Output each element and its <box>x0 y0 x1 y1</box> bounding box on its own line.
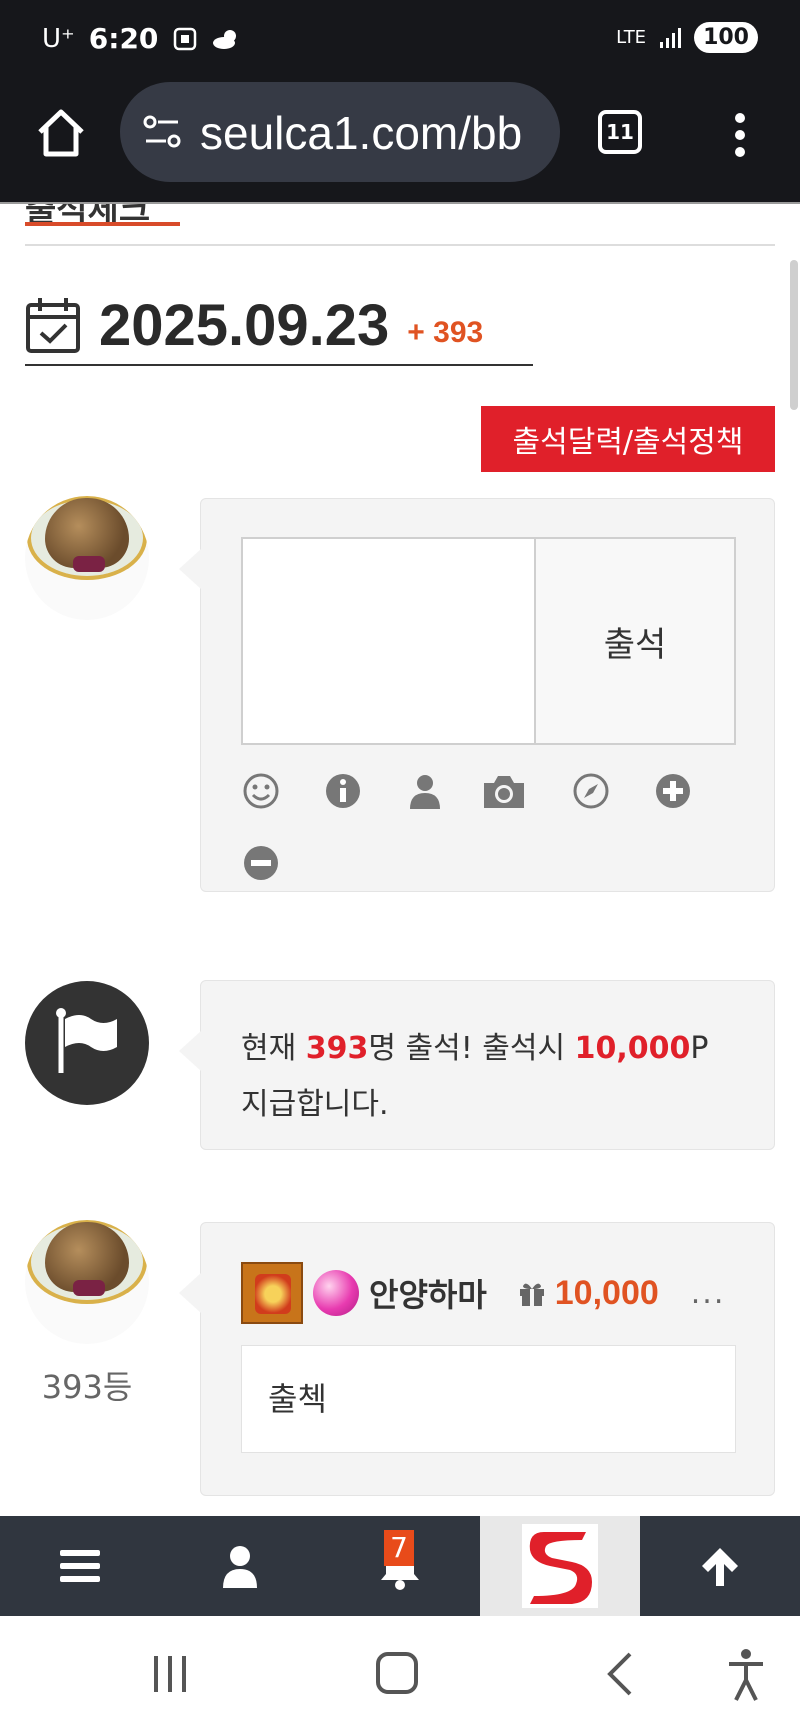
home-nav-icon[interactable] <box>374 1646 420 1702</box>
site-settings-icon[interactable] <box>142 114 182 150</box>
hamburger-icon <box>60 1550 100 1582</box>
address-bar[interactable]: seulca1.com/bb <box>120 82 560 182</box>
flag-icon <box>56 1008 117 1073</box>
notice-suffix: P <box>690 1031 709 1066</box>
nav-notification-button[interactable]: 7 <box>320 1516 480 1616</box>
member-badge-icon <box>313 1270 359 1316</box>
recent-apps-icon[interactable] <box>150 1646 190 1702</box>
date-header: 2025.09.23 + 393 <box>25 286 533 366</box>
site-logo-icon <box>522 1524 598 1608</box>
home-icon[interactable] <box>34 106 88 160</box>
nav-scroll-top-button[interactable] <box>640 1516 800 1616</box>
my-avatar <box>25 496 149 620</box>
system-nav-bar <box>0 1616 800 1734</box>
notice-count: 393 <box>305 1031 369 1066</box>
entry-rank: 393등 <box>41 1368 133 1406</box>
attendance-policy-button[interactable]: 출석달력/출석정책 <box>481 406 775 472</box>
arrow-up-icon <box>702 1548 738 1586</box>
attendance-entry: 안양하마 10,000 ... 출첵 <box>179 1222 775 1496</box>
nav-home-logo-button[interactable] <box>480 1516 640 1616</box>
notice-text: 현재 393명 출석! 출석시 10,000P 지급합니다. <box>241 1021 741 1133</box>
nav-menu-button[interactable] <box>0 1516 160 1616</box>
notice-middle: 명 출석! 출석시 <box>368 1031 575 1066</box>
attendance-date: 2025.09.23 <box>99 292 390 358</box>
attendance-comment-input[interactable] <box>241 537 536 745</box>
entry-user-name[interactable]: 안양하마 <box>369 1270 487 1316</box>
tab-attendance[interactable]: 출석체크 <box>25 204 180 226</box>
browser-menu-icon[interactable] <box>728 110 752 160</box>
attendance-form: 출석 <box>179 498 775 892</box>
back-icon[interactable] <box>604 1646 634 1702</box>
gift-icon <box>519 1283 544 1306</box>
signal-icon <box>660 27 682 48</box>
calendar-check-icon <box>26 298 80 353</box>
user-icon <box>223 1546 257 1588</box>
notice-prefix: 현재 <box>241 1031 306 1066</box>
notice-avatar <box>25 981 149 1105</box>
status-left: U⁺ 6:20 <box>42 22 242 55</box>
minus-icon[interactable] <box>241 843 281 883</box>
entry-points: 10,000 <box>554 1273 659 1312</box>
info-icon[interactable] <box>323 771 363 811</box>
browser-toolbar: seulca1.com/bb 11 <box>0 78 800 202</box>
entry-header: 안양하마 10,000 ... <box>241 1261 741 1325</box>
status-right: LTE 100 <box>616 22 758 53</box>
smile-icon[interactable] <box>241 771 281 811</box>
page-content: 출석체크 2025.09.23 + 393 출석달력/출석정책 출석 현재 39… <box>0 204 800 1516</box>
notice-line2: 지급합니다. <box>241 1087 389 1122</box>
nav-profile-button[interactable] <box>160 1516 320 1616</box>
tab-strip: 출석체크 <box>25 204 775 246</box>
plus-icon[interactable] <box>653 771 693 811</box>
notification-badge: 7 <box>384 1530 414 1566</box>
entry-more-button[interactable]: ... <box>691 1276 726 1311</box>
carrier-label: U⁺ <box>42 23 75 54</box>
attendance-count: + 393 <box>407 316 484 349</box>
weather-icon <box>213 29 237 49</box>
level-icon <box>241 1262 303 1324</box>
screenshot-icon <box>174 27 197 50</box>
site-bottom-nav: 7 <box>0 1516 800 1616</box>
attendance-submit-button[interactable]: 출석 <box>534 537 736 745</box>
entry-comment: 출첵 <box>241 1345 736 1453</box>
page-scrollbar[interactable] <box>790 260 798 410</box>
notice-points: 10,000 <box>574 1031 691 1066</box>
tab-switcher-button[interactable]: 11 <box>598 110 642 154</box>
accessibility-icon[interactable] <box>726 1646 766 1702</box>
url-text: seulca1.com/bb <box>200 107 523 159</box>
entry-avatar[interactable] <box>25 1220 149 1344</box>
camera-icon[interactable] <box>481 771 527 811</box>
compass-icon[interactable] <box>571 771 611 811</box>
network-label: LTE <box>616 27 647 48</box>
clock: 6:20 <box>88 22 159 55</box>
attendance-notice: 현재 393명 출석! 출석시 10,000P 지급합니다. <box>179 980 775 1150</box>
battery-indicator: 100 <box>694 22 758 53</box>
user-icon[interactable] <box>405 771 445 811</box>
status-bar: U⁺ 6:20 LTE 100 <box>0 0 800 78</box>
